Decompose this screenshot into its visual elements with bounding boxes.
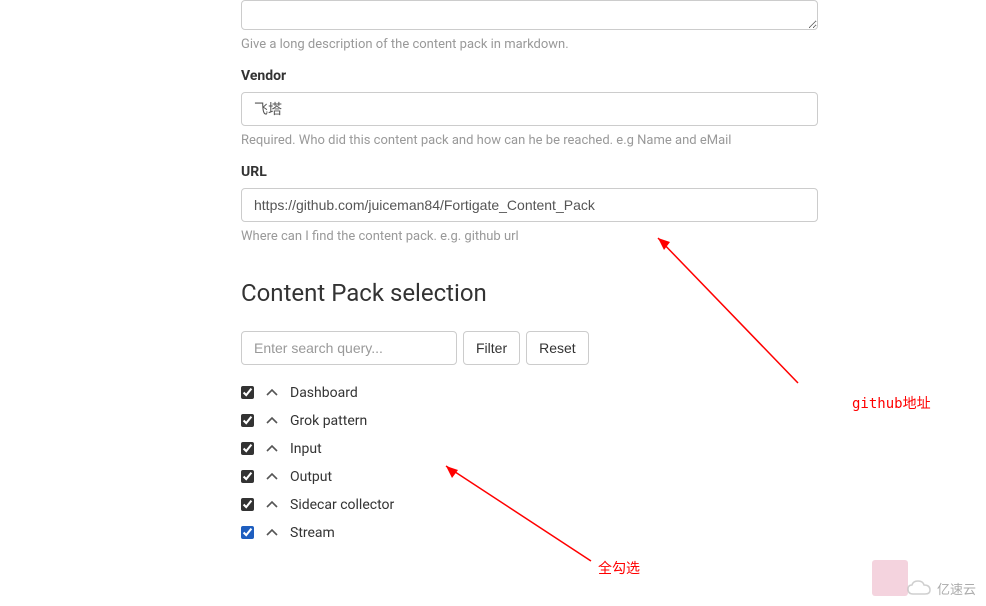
- chevron-up-icon[interactable]: [266, 415, 278, 427]
- list-item: Dashboard: [241, 379, 818, 407]
- item-label: Grok pattern: [290, 413, 367, 429]
- checkbox-output[interactable]: [241, 470, 254, 483]
- checkbox-grok[interactable]: [241, 414, 254, 427]
- selection-heading: Content Pack selection: [241, 279, 818, 307]
- list-item: Stream: [241, 519, 818, 547]
- description-help: Give a long description of the content p…: [241, 36, 818, 54]
- list-item: Input: [241, 435, 818, 463]
- item-label: Sidecar collector: [290, 497, 394, 513]
- reset-button[interactable]: Reset: [526, 331, 589, 365]
- logo: 亿速云: [905, 578, 976, 598]
- list-item: Output: [241, 463, 818, 491]
- url-input[interactable]: [241, 188, 818, 222]
- back-to-top-button[interactable]: [872, 560, 908, 596]
- checkbox-sidecar[interactable]: [241, 498, 254, 511]
- annotation-github: github地址: [852, 393, 931, 413]
- chevron-up-icon[interactable]: [266, 387, 278, 399]
- url-label: URL: [241, 164, 818, 180]
- selection-list: Dashboard Grok pattern Input Output Side…: [241, 379, 818, 547]
- chevron-up-icon[interactable]: [266, 443, 278, 455]
- item-label: Input: [290, 441, 322, 457]
- cloud-icon: [905, 578, 933, 598]
- vendor-help: Required. Who did this content pack and …: [241, 132, 818, 150]
- checkbox-dashboard[interactable]: [241, 386, 254, 399]
- list-item: Grok pattern: [241, 407, 818, 435]
- item-label: Stream: [290, 525, 335, 541]
- list-item: Sidecar collector: [241, 491, 818, 519]
- chevron-up-icon[interactable]: [266, 499, 278, 511]
- logo-text: 亿速云: [937, 579, 976, 598]
- vendor-label: Vendor: [241, 68, 818, 84]
- chevron-up-icon[interactable]: [266, 527, 278, 539]
- checkbox-input[interactable]: [241, 442, 254, 455]
- chevron-up-icon[interactable]: [266, 471, 278, 483]
- checkbox-stream[interactable]: [241, 526, 254, 539]
- filter-button[interactable]: Filter: [463, 331, 520, 365]
- description-textarea[interactable]: [241, 0, 818, 30]
- search-input[interactable]: [241, 331, 457, 365]
- url-help: Where can I find the content pack. e.g. …: [241, 228, 818, 246]
- vendor-input[interactable]: [241, 92, 818, 126]
- item-label: Dashboard: [290, 385, 358, 401]
- item-label: Output: [290, 469, 332, 485]
- annotation-select-all: 全勾选: [598, 558, 640, 578]
